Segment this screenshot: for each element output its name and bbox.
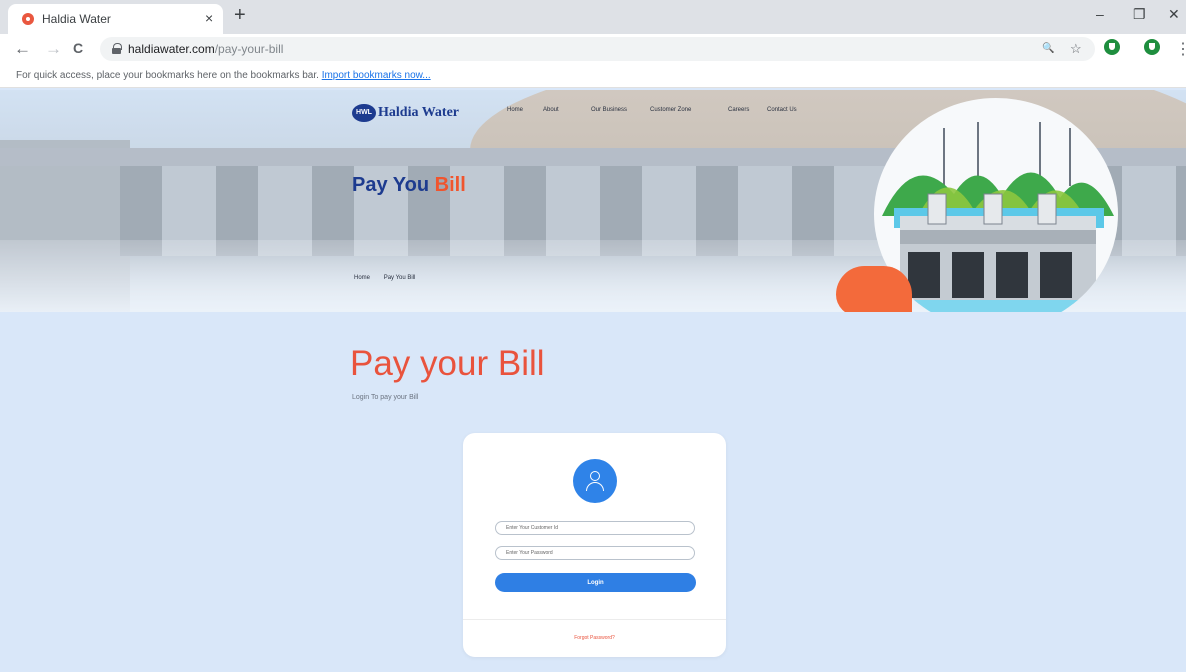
login-button[interactable]: Login xyxy=(495,573,696,592)
card-divider xyxy=(463,619,726,620)
forward-button[interactable]: → xyxy=(45,39,62,59)
bookmarks-bar: For quick access, place your bookmarks h… xyxy=(0,64,1186,88)
extension-shield-icon[interactable] xyxy=(1104,39,1120,55)
hero-title: Pay You Bill xyxy=(352,174,466,197)
password-input[interactable] xyxy=(495,546,695,560)
nav-home[interactable]: Home xyxy=(507,107,523,113)
page-title: Pay your Bill xyxy=(350,344,545,383)
zoom-icon[interactable]: 🔍 xyxy=(1042,43,1054,54)
browser-tab[interactable]: Haldia Water × xyxy=(8,4,223,34)
url-path: /pay-your-bill xyxy=(214,42,284,56)
logo-badge: HWL xyxy=(352,104,376,122)
bookmarks-message: For quick access, place your bookmarks h… xyxy=(16,70,431,81)
address-url[interactable]: haldiawater.com/pay-your-bill xyxy=(128,42,283,56)
browser-toolbar: ← → C haldiawater.com/pay-your-bill 🔍 ☆ … xyxy=(0,34,1186,64)
extension-shield-icon[interactable] xyxy=(1144,39,1160,55)
bookmark-star-icon[interactable]: ☆ xyxy=(1070,41,1082,57)
bookmarks-hint: For quick access, place your bookmarks h… xyxy=(16,70,319,81)
decorative-blob xyxy=(836,266,912,312)
forgot-password-link[interactable]: Forgot Password? xyxy=(463,635,726,641)
user-icon-body xyxy=(586,482,604,491)
minimize-button[interactable]: – xyxy=(1096,6,1104,22)
site-favicon-icon xyxy=(22,13,34,25)
page-subtitle: Login To pay your Bill xyxy=(352,394,419,401)
nav-contact-us[interactable]: Contact Us xyxy=(767,107,797,113)
restore-button[interactable]: ❐ xyxy=(1133,6,1146,23)
import-bookmarks-link[interactable]: Import bookmarks now... xyxy=(322,70,431,81)
customer-id-input[interactable] xyxy=(495,521,695,535)
nav-our-business[interactable]: Our Business xyxy=(591,107,627,113)
hero-title-main: Pay You xyxy=(352,174,435,196)
hero-title-accent: Bill xyxy=(434,174,466,196)
browser-tab-bar: Haldia Water × + – ❐ ✕ xyxy=(0,0,1186,34)
breadcrumb-current: Pay You Bill xyxy=(383,275,416,281)
user-icon-head xyxy=(590,471,600,481)
address-bar[interactable]: haldiawater.com/pay-your-bill 🔍 ☆ xyxy=(100,37,1095,61)
logo-text: Haldia Water xyxy=(378,105,460,120)
breadcrumb: Home Pay You Bill xyxy=(354,275,427,281)
url-domain: haldiawater.com xyxy=(128,42,215,56)
close-window-button[interactable]: ✕ xyxy=(1168,6,1180,23)
new-tab-button[interactable]: + xyxy=(234,4,246,27)
breadcrumb-home[interactable]: Home xyxy=(354,275,370,281)
user-icon xyxy=(573,459,617,503)
browser-menu-icon[interactable]: ⋮ xyxy=(1175,39,1186,59)
hero-banner: HWL Haldia Water Home About Our Business… xyxy=(0,90,1186,312)
reload-button[interactable]: C xyxy=(73,40,83,56)
nav-about[interactable]: About xyxy=(543,107,559,113)
lock-icon[interactable] xyxy=(112,43,122,54)
tab-title: Haldia Water xyxy=(42,12,111,26)
nav-careers[interactable]: Careers xyxy=(728,107,749,113)
tab-close-icon[interactable]: × xyxy=(205,10,213,26)
login-card: Login Forgot Password? xyxy=(463,433,726,657)
back-button[interactable]: ← xyxy=(14,39,31,59)
nav-customer-zone[interactable]: Customer Zone xyxy=(650,107,691,113)
